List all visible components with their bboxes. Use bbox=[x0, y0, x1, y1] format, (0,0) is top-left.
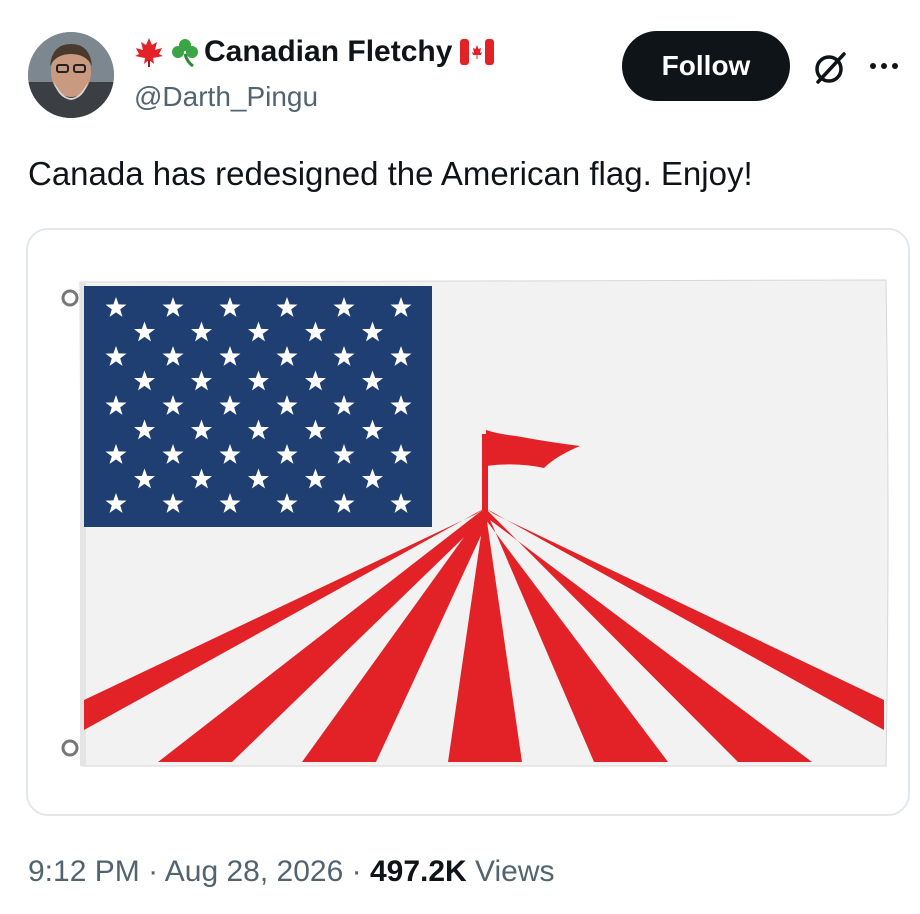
author-display-name: Canadian Fletchy bbox=[204, 35, 453, 68]
meta-separator-2: · bbox=[351, 855, 362, 888]
tweet-media-image[interactable] bbox=[26, 228, 910, 816]
views-label: Views bbox=[475, 855, 555, 888]
follow-button[interactable]: Follow bbox=[622, 31, 790, 101]
flag-image bbox=[28, 230, 908, 814]
shamrock-icon bbox=[168, 35, 202, 69]
maple-leaf-icon bbox=[132, 35, 166, 69]
flag-canton bbox=[84, 286, 432, 527]
author-handle[interactable]: @Darth_Pingu bbox=[134, 80, 318, 114]
views-count: 497.2K bbox=[369, 855, 467, 888]
grok-icon[interactable] bbox=[812, 50, 848, 86]
author-avatar[interactable] bbox=[28, 32, 114, 118]
tweet-time[interactable]: 9:12 PM bbox=[28, 855, 140, 888]
grommet-top bbox=[61, 289, 79, 307]
more-options-icon[interactable] bbox=[870, 52, 910, 80]
tweet-text: Canada has redesigned the American flag.… bbox=[28, 155, 753, 192]
tweet-date[interactable]: Aug 28, 2026 bbox=[165, 855, 344, 888]
meta-separator: · bbox=[148, 855, 159, 888]
grommet-bottom bbox=[61, 739, 79, 757]
canada-flag-icon bbox=[460, 35, 495, 69]
tweet-meta: 9:12 PM · Aug 28, 2026 · 497.2K Views bbox=[28, 852, 555, 892]
author-name-row[interactable]: Canadian Fletchy bbox=[132, 34, 495, 70]
